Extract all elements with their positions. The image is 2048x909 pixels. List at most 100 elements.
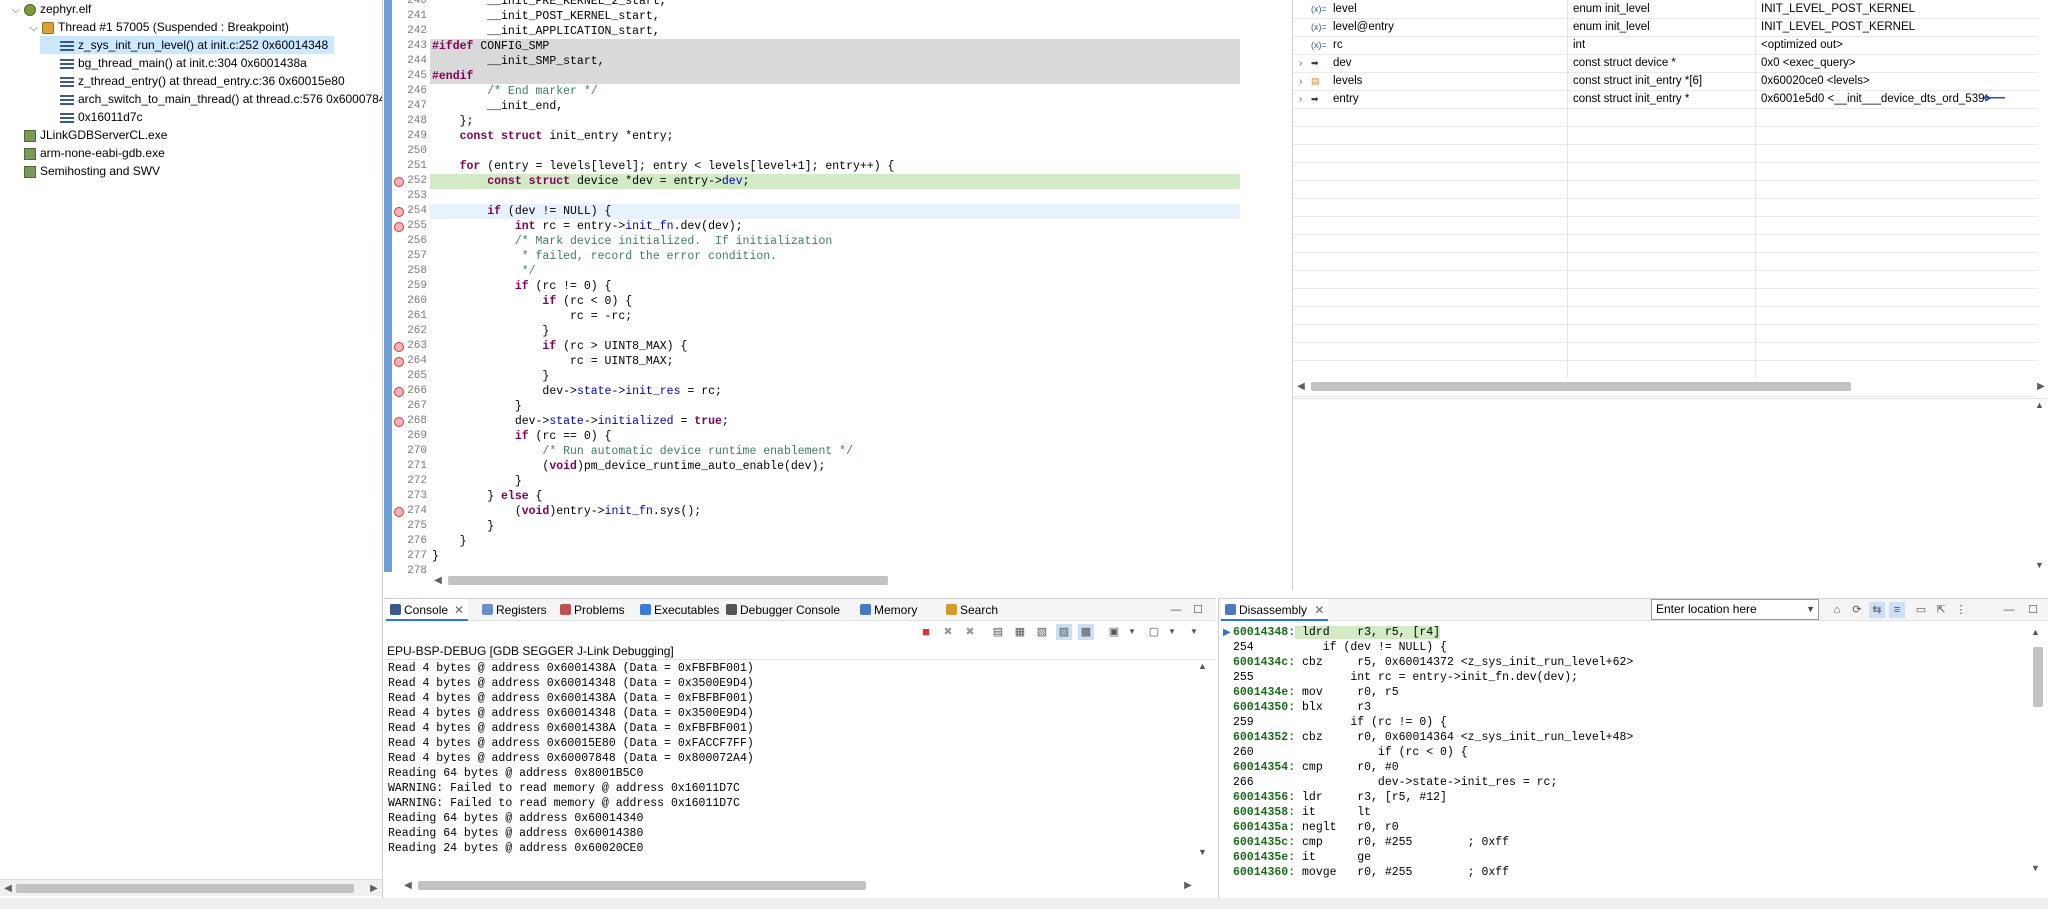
debug-tree-item[interactable]: ⌵ Thread #1 57005 (Suspended : Breakpoint…	[30, 18, 289, 36]
refresh-icon[interactable]: ⟳	[1849, 602, 1865, 618]
variable-value[interactable]: <optimized out>	[1761, 37, 2011, 54]
scroll-right-icon[interactable]: ▶	[2033, 378, 2048, 395]
scroll-left-icon[interactable]: ◀	[0, 880, 16, 897]
location-input[interactable]: Enter location here ▼	[1651, 599, 1819, 620]
debug-tree-item[interactable]: 0x16011d7c	[48, 108, 143, 126]
detail-vscrollbar[interactable]: ▲ ▼	[2035, 400, 2048, 575]
code-line[interactable]: for (entry = levels[level]; entry < leve…	[430, 159, 1240, 174]
code-line[interactable]: dev->state->init_res = rc;	[430, 384, 1240, 399]
variable-value[interactable]: 0x0 <exec_query>	[1761, 55, 2011, 72]
instruction-line[interactable]: 6001435e: it ge	[1233, 850, 1371, 865]
code-line[interactable]: #endif	[430, 69, 1240, 84]
home-icon[interactable]: ⌂	[1829, 602, 1845, 618]
scroll-left-icon[interactable]: ◀	[400, 877, 416, 894]
source-line[interactable]: 260 if (rc < 0) {	[1233, 745, 1468, 760]
code-line[interactable]: };	[430, 114, 1240, 129]
instruction-line[interactable]: 60014348: ldrd r3, r5, [r4]	[1233, 625, 1441, 640]
code-line[interactable]: (void)pm_device_runtime_auto_enable(dev)…	[430, 459, 1240, 474]
debug-tree-item[interactable]: JLinkGDBServerCL.exe	[12, 126, 167, 144]
console-hscroll-thumb[interactable]	[418, 881, 866, 890]
terminate-icon[interactable]: ■	[918, 624, 934, 640]
tab-problems[interactable]: Problems	[556, 599, 629, 621]
source-line[interactable]: 259 if (rc != 0) {	[1233, 715, 1447, 730]
variable-value[interactable]: INIT_LEVEL_POST_KERNEL	[1761, 1, 2011, 18]
editor-hscroll-thumb[interactable]	[448, 576, 888, 585]
breakpoint-icon[interactable]	[394, 342, 404, 352]
code-line[interactable]: }	[430, 399, 1240, 414]
clear-console-icon[interactable]: ▤	[990, 624, 1006, 640]
variable-value[interactable]: INIT_LEVEL_POST_KERNEL	[1761, 19, 2011, 36]
code-line[interactable]: /* Run automatic device runtime enableme…	[430, 444, 1240, 459]
chevron-right-icon[interactable]: ›	[1299, 73, 1302, 90]
source-line[interactable]: 254 if (dev != NULL) {	[1233, 640, 1447, 655]
code-line[interactable]: if (rc < 0) {	[430, 294, 1240, 309]
code-line[interactable]: __init_end,	[430, 99, 1240, 114]
code-line[interactable]: }	[430, 519, 1240, 534]
variable-row[interactable]: › ▤ levels const struct init_entry *[6] 0x60…	[1293, 73, 2038, 91]
show-source-icon[interactable]: ≡	[1889, 602, 1905, 618]
breakpoint-icon[interactable]	[394, 357, 404, 367]
variable-value[interactable]: 0x60020ce0 <levels>	[1761, 73, 2011, 90]
breakpoint-icon[interactable]	[394, 222, 404, 232]
code-line[interactable]: const struct device *dev = entry->dev;	[430, 174, 1240, 189]
debug-tree-item[interactable]: Semihosting and SWV	[12, 162, 160, 180]
code-line[interactable]: if (rc != 0) {	[430, 279, 1240, 294]
code-line[interactable]: if (rc > UINT8_MAX) {	[430, 339, 1240, 354]
scroll-down-icon[interactable]: ▼	[1198, 847, 1207, 857]
tab-console[interactable]: Console ✕	[386, 599, 469, 621]
view-menu-icon[interactable]: ▼	[1186, 624, 1202, 640]
chevron-down-icon[interactable]: ▼	[1806, 600, 1815, 619]
console-vscrollbar[interactable]: ▲ ▼	[1198, 661, 1214, 861]
instruction-line[interactable]: 60014356: ldr r3, [r5, #12]	[1233, 790, 1447, 805]
code-line[interactable]: }	[430, 369, 1240, 384]
console-hscrollbar[interactable]: ◀ ▶	[400, 877, 1198, 894]
tab-executables[interactable]: Executables	[636, 599, 723, 621]
tab-disassembly[interactable]: Disassembly ✕	[1221, 599, 1329, 621]
debug-tree-item[interactable]: arch_switch_to_main_thread() at thread.c…	[48, 90, 382, 108]
instruction-line[interactable]: 6001435c: cmp r0, #255 ; 0xff	[1233, 835, 1509, 850]
remove-all-icon[interactable]: ✖	[962, 624, 978, 640]
variable-row[interactable]: (x)= rc int <optimized out>	[1293, 37, 2038, 55]
debug-tree-item[interactable]: arm-none-eabi-gdb.exe	[12, 144, 165, 162]
code-line[interactable]: __init_POST_KERNEL_start,	[430, 9, 1240, 24]
code-line[interactable]: }	[430, 534, 1240, 549]
breakpoint-icon[interactable]	[394, 207, 404, 217]
code-line[interactable]: }	[430, 474, 1240, 489]
scroll-down-icon[interactable]: ▼	[2031, 863, 2040, 873]
instruction-line[interactable]: 60014352: cbz r0, 0x60014364 <z_sys_init…	[1233, 730, 1633, 745]
variable-row[interactable]: › ➡ entry const struct init_entry * 0x6001e5…	[1293, 91, 2038, 109]
code-line[interactable]: */	[430, 264, 1240, 279]
instruction-line[interactable]: 6001434c: cbz r5, 0x60014372 <z_sys_init…	[1233, 655, 1633, 670]
variable-row[interactable]: (x)= level@entry enum init_level INIT_LEVEL…	[1293, 19, 2038, 37]
breakpoint-icon[interactable]	[394, 177, 404, 187]
instruction-line[interactable]: 60014354: cmp r0, #0	[1233, 760, 1399, 775]
code-line[interactable]: const struct init_entry *entry;	[430, 129, 1240, 144]
source-line[interactable]: 255 int rc = entry->init_fn.dev(dev);	[1233, 670, 1578, 685]
pin-console-icon[interactable]: ▣	[1106, 624, 1122, 640]
scroll-up-icon[interactable]: ▲	[2035, 400, 2044, 410]
debug-tree-item[interactable]: z_thread_entry() at thread_entry.c:36 0x…	[48, 72, 345, 90]
code-line[interactable]: __init_APPLICATION_start,	[430, 24, 1240, 39]
breakpoint-icon[interactable]	[394, 507, 404, 517]
variables-hscroll-thumb[interactable]	[1311, 382, 1851, 391]
open-console-icon[interactable]: ▢	[1146, 624, 1162, 640]
instruction-line[interactable]: 60014350: blx r3	[1233, 700, 1371, 715]
code-line[interactable]: /* Mark device initialized. If initializ…	[430, 234, 1240, 249]
tab-debugger-console[interactable]: Debugger Console	[722, 599, 844, 621]
scroll-lock-icon[interactable]: ▦	[1012, 624, 1028, 640]
code-line[interactable]: dev->state->initialized = true;	[430, 414, 1240, 429]
scroll-right-icon[interactable]: ▶	[1180, 877, 1196, 894]
debug-tree-item[interactable]: z_sys_init_run_level() at init.c:252 0x6…	[40, 36, 335, 54]
code-line[interactable]: #ifdef CONFIG_SMP	[430, 39, 1240, 54]
scroll-left-icon[interactable]: ◀	[1293, 378, 1309, 395]
code-line[interactable]: (void)entry->init_fn.sys();	[430, 504, 1240, 519]
code-line[interactable]: int rc = entry->init_fn.dev(dev);	[430, 219, 1240, 234]
breakpoint-icon[interactable]	[394, 387, 404, 397]
instruction-line[interactable]: 6001434e: mov r0, r5	[1233, 685, 1399, 700]
code-line[interactable]: if (dev != NULL) {	[430, 204, 1240, 219]
code-line[interactable]	[430, 189, 1240, 204]
instruction-line[interactable]: 60014358: it lt	[1233, 805, 1371, 820]
close-icon[interactable]: ✕	[454, 603, 464, 617]
close-icon[interactable]: ✕	[1314, 603, 1324, 617]
scroll-right-icon[interactable]: ▶	[366, 880, 382, 897]
